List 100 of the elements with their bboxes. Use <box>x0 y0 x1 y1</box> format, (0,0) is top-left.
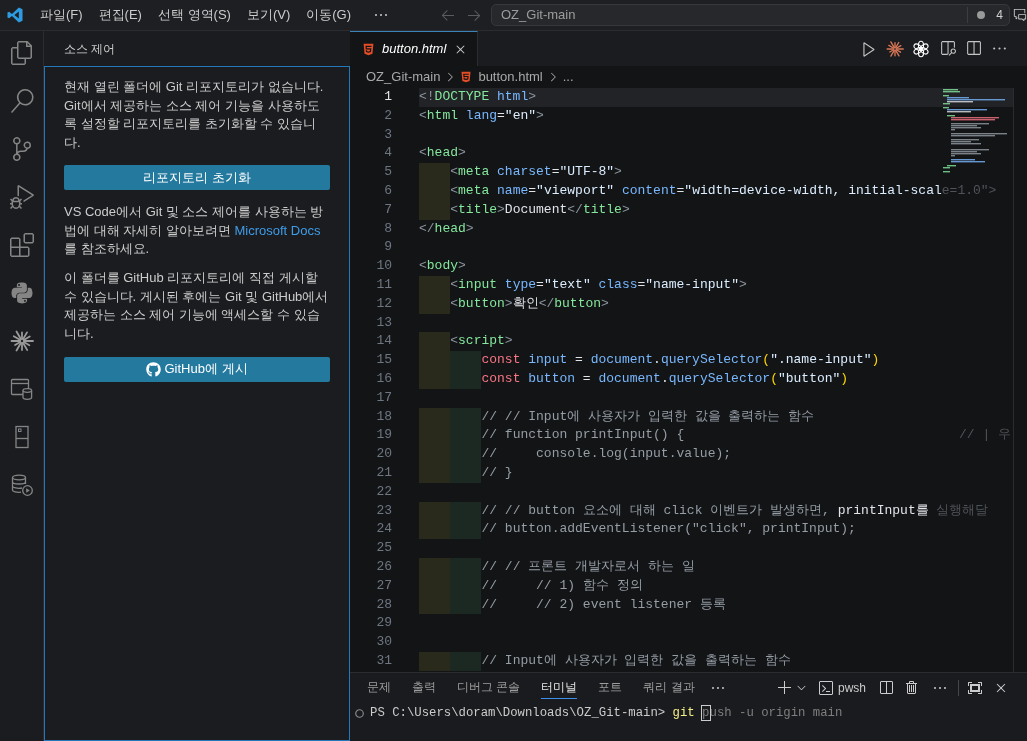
line-number: 8 <box>383 219 392 238</box>
code-line: <body> <box>419 257 466 276</box>
line-number: 14 <box>375 332 392 351</box>
code-line: // // 2) event listener 등록 <box>419 595 726 615</box>
menu-item[interactable]: 이동(G) <box>298 4 360 26</box>
line-number: 2 <box>383 106 392 125</box>
line-number: 24 <box>375 520 392 539</box>
extensions-icon[interactable] <box>9 233 34 257</box>
code-line: <meta charset="UTF-8"> <box>419 163 622 182</box>
code-line: <meta name="viewport" content="width=device-width, initial-scale=1.0"> <box>419 182 997 201</box>
line-number: 25 <box>375 539 392 558</box>
terminal-line: PS C:\Users\doram\Downloads\OZ_Git-main> git push -u origin main <box>370 704 843 722</box>
count-text: 4 <box>996 7 1003 24</box>
panel-tab[interactable]: 디버그 콘솔 <box>457 676 521 699</box>
preview-icon[interactable] <box>938 40 956 57</box>
panel-tab[interactable]: 터미널 <box>541 676 578 699</box>
line-number: 16 <box>375 369 392 388</box>
flower-logo-icon[interactable] <box>912 39 930 58</box>
line-number: 15 <box>375 351 392 370</box>
docs-link[interactable]: Microsoft Docs <box>234 222 321 238</box>
publish-text: 이 폴더를 GitHub 리포지토리에 직접 게시할 수 있습니다. 게시된 후에는 Git 및 GitHub에서 제공하는 소스 제어 기능에 액세스할 수 있습니다. <box>64 268 330 344</box>
burst-logo-icon[interactable] <box>886 39 904 58</box>
line-number: 29 <box>375 614 392 633</box>
command-center[interactable]: OZ_Git-main 4 <box>491 4 1010 26</box>
minimap[interactable] <box>943 89 1009 173</box>
code-line: <head> <box>419 144 466 163</box>
code-line: <script> <box>419 332 513 352</box>
line-number: 31 <box>375 651 392 670</box>
line-number: 6 <box>383 182 392 200</box>
database-play-icon[interactable] <box>9 473 34 497</box>
help-text: VS Code에서 Git 및 소스 제어를 사용하는 방법에 대해 자세히 알아보려면 Microsoft Docs 를 참조하세요. <box>64 202 325 259</box>
run-debug-icon[interactable] <box>9 185 34 209</box>
panel-tab[interactable]: 쿼리 결과 <box>643 676 695 699</box>
line-number: 22 <box>375 482 392 501</box>
initialize-repository-button[interactable]: 리포지토리 초기화 <box>64 164 330 190</box>
code-line: // // 1) 함수 정의 <box>419 576 643 596</box>
menu-item[interactable]: 편집(E) <box>90 4 150 26</box>
line-number: 28 <box>375 595 392 614</box>
line-number: 4 <box>383 144 392 163</box>
terminal-profile-button[interactable]: pwsh <box>818 678 866 697</box>
github-icon <box>146 361 162 377</box>
breadcrumb-item[interactable]: OZ_Git-main <box>366 67 441 87</box>
split-editor-icon[interactable] <box>964 40 982 57</box>
code-line: // // 프론트 개발자로서 하는 일 <box>419 557 695 577</box>
line-number: 19 <box>375 426 392 445</box>
line-number: 1 <box>383 88 392 106</box>
line-number: 17 <box>375 388 392 407</box>
editor-tab[interactable]: button.html <box>350 31 478 66</box>
line-number: 10 <box>375 257 392 276</box>
line-number: 5 <box>383 163 392 182</box>
code-line: <title>Document</title> <box>419 200 630 220</box>
code-line: <button>확인</button> <box>419 294 609 314</box>
code-line: // // Input에 사용자가 입력한 값을 출력하는 함수 <box>419 407 815 427</box>
html-file-icon <box>362 42 375 56</box>
code-line: // // button 요소에 대해 click 이벤트가 발생하면, printInput를 실행해달 <box>419 501 989 521</box>
search-icon[interactable] <box>9 89 34 113</box>
breadcrumb-item[interactable]: ... <box>562 67 574 87</box>
app-logo-icon <box>7 7 23 23</box>
line-number: 26 <box>375 557 392 576</box>
line-number: 13 <box>375 313 392 332</box>
code-line: // } <box>419 463 513 483</box>
code-line: // console.log(input.value); <box>419 445 732 464</box>
panel-tab[interactable]: 포트 <box>598 676 623 699</box>
panel-tab[interactable]: 출력 <box>412 676 436 699</box>
menu-item[interactable]: 파일(F) <box>32 4 91 26</box>
code-line: </head> <box>419 219 474 238</box>
split-terminal-icon[interactable] <box>878 679 894 696</box>
tab-label: button.html <box>382 40 447 59</box>
code-line: <!DOCTYPE html> <box>419 88 537 106</box>
breadcrumb-item[interactable]: button.html <box>478 67 543 87</box>
code-line: const input = document.querySelector(".name-input") <box>419 351 880 370</box>
plus-icon[interactable] <box>777 679 793 696</box>
trash-icon[interactable] <box>904 679 920 696</box>
chat-icon[interactable] <box>1013 8 1027 22</box>
line-number: 3 <box>383 125 392 144</box>
status-circle-icon <box>355 708 364 718</box>
publish-github-button[interactable]: GitHub에 게시 <box>64 356 330 382</box>
line-number: 27 <box>375 576 392 595</box>
menu-item[interactable]: 보기(V) <box>238 4 299 26</box>
code-line: // function printInput() { // | 우 <box>419 426 1013 446</box>
line-number: 18 <box>375 407 392 426</box>
html-file-icon <box>460 71 473 83</box>
line-number: 12 <box>375 294 392 313</box>
python-icon[interactable] <box>9 281 34 305</box>
terminal-icon <box>818 679 834 696</box>
line-number: 23 <box>375 501 392 520</box>
empty-state-text: 현재 열린 폴더에 Git 리포지토리가 없습니다. Git에서 제공하는 소스 제어 기능을 사용하도록 설정할 리포지토리를 초기화할 수 있습니다. <box>64 78 325 153</box>
command-center-text: OZ_Git-main <box>500 6 576 25</box>
code-line: <html lang="en"> <box>419 106 544 125</box>
window-database-icon[interactable] <box>9 377 34 401</box>
code-line: // Input에 사용자가 입력한 값을 출력하는 함수 <box>419 651 791 671</box>
line-number: 21 <box>375 463 392 482</box>
files-icon[interactable] <box>9 41 34 65</box>
maximize-icon[interactable] <box>967 679 983 696</box>
code-line: // button.addEventListener("click", printInput); <box>419 520 856 540</box>
menu-item[interactable]: 선택 영역(S) <box>149 4 239 26</box>
burst-icon[interactable] <box>9 329 34 353</box>
line-number: 30 <box>375 633 392 652</box>
panel-tab[interactable]: 문제 <box>367 676 391 699</box>
line-number: 11 <box>375 275 392 294</box>
